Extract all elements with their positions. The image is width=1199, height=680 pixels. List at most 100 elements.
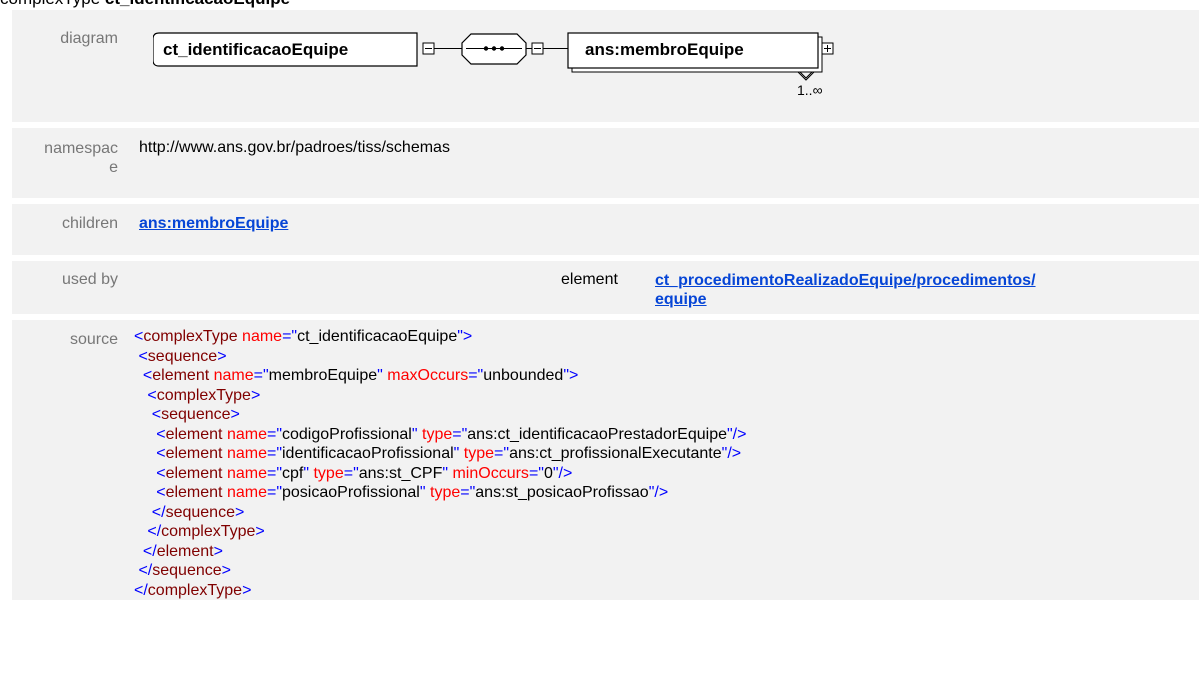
namespace-label-part2: e — [109, 159, 118, 176]
source-token: ans:ct_profissionalExecutante — [509, 445, 722, 462]
source-token: "> — [563, 367, 579, 384]
source-token: =" — [266, 445, 282, 462]
source-token: < — [151, 406, 162, 423]
source-token: posicaoProfissional — [282, 484, 420, 501]
used-by-kind: element — [561, 271, 618, 288]
source-token: "/> — [721, 445, 742, 462]
source-line: <complexType name="ct_identificacaoEquip… — [134, 327, 1199, 347]
source-token: =" — [452, 425, 468, 443]
page-title-name: ct_identificacaoEquipe — [105, 0, 290, 8]
source-token: </ — [138, 562, 153, 579]
source-token: "/> — [552, 464, 573, 482]
source-line: <complexType> — [134, 386, 1199, 406]
source-token: < — [142, 367, 153, 384]
root-type-label: ct_identificacaoEquipe — [163, 40, 348, 59]
source-token: "> — [457, 328, 473, 345]
diagram-row: diagram ct_identificacaoEquipe ans:membr… — [12, 10, 1199, 122]
source-token: element — [165, 484, 223, 501]
source-token: </ — [134, 581, 148, 599]
source-token — [134, 523, 147, 540]
source-token: name — [237, 328, 283, 345]
source-token: sequence — [165, 503, 235, 521]
children-label: children — [12, 204, 128, 255]
diagram-label: diagram — [12, 10, 128, 122]
root-collapse-icon[interactable] — [422, 42, 435, 55]
schema-doc-table: diagram ct_identificacaoEquipe ans:membr… — [12, 10, 1199, 600]
source-token — [134, 543, 143, 560]
source-token: complexType — [143, 328, 238, 345]
source-token: =" — [460, 484, 476, 501]
used-by-target: ct_procedimentoRealizadoEquipe/procedime… — [655, 271, 1036, 309]
source-line: </sequence> — [134, 503, 1199, 523]
source-token: < — [156, 484, 166, 501]
source-token: complexType — [156, 386, 251, 404]
source-token: minOccurs — [448, 464, 529, 482]
source-token: sequence — [161, 406, 231, 423]
source-token: cpf — [282, 464, 304, 482]
source-token: element — [165, 445, 223, 462]
used-by-link-part1[interactable]: ct_procedimentoRealizadoEquipe/procedime… — [655, 272, 1036, 289]
source-token: membroEquipe — [268, 367, 378, 384]
used-by-cell: element ct_procedimentoRealizadoEquipe/p… — [128, 261, 1199, 314]
source-token: =" — [494, 445, 510, 462]
source-token: ans:st_posicaoProfissao — [475, 484, 649, 501]
source-token: < — [156, 464, 166, 482]
source-token: 0 — [543, 464, 553, 482]
namespace-value: http://www.ans.gov.br/padroes/tiss/schem… — [128, 128, 1199, 198]
source-cell: <complexType name="ct_identificacaoEquip… — [128, 320, 1199, 600]
source-token — [134, 426, 156, 443]
source-token — [134, 504, 152, 521]
source-token: element — [156, 542, 214, 560]
source-token: maxOccurs — [382, 367, 469, 384]
source-token: </ — [151, 503, 166, 521]
source-token: =" — [528, 464, 544, 482]
root-type-box: ct_identificacaoEquipe — [153, 32, 418, 67]
source-token — [134, 445, 156, 462]
source-token: ans:st_CPF — [358, 464, 443, 482]
source-row: source <complexType name="ct_identificac… — [12, 320, 1199, 600]
source-token: > — [217, 347, 227, 365]
used-by-link-part2[interactable]: equipe — [655, 291, 707, 308]
source-token: "/> — [726, 425, 747, 443]
source-token: identificacaoProfissional — [282, 445, 454, 462]
source-token: type — [459, 445, 495, 462]
source-token: sequence — [147, 347, 218, 365]
source-line: </complexType> — [134, 581, 1199, 601]
source-token: codigoProfissional — [282, 425, 412, 443]
sequence-collapse-icon[interactable] — [531, 42, 544, 55]
source-token — [134, 387, 147, 404]
child-expand-icon[interactable] — [821, 42, 834, 55]
source-token: =" — [468, 367, 484, 384]
source-token: =" — [266, 484, 282, 501]
source-token: < — [147, 386, 157, 404]
source-token: element — [152, 367, 210, 384]
source-token: < — [138, 347, 148, 365]
source-token: name — [222, 425, 267, 443]
cardinality-label: 1..∞ — [797, 82, 823, 98]
children-link[interactable]: ans:membroEquipe — [139, 215, 288, 232]
used-by-label: used by — [12, 261, 128, 314]
source-token: =" — [343, 464, 359, 482]
used-by-row: used by element ct_procedimentoRealizado… — [12, 261, 1199, 314]
source-token: > — [230, 406, 240, 423]
namespace-label-part1: namespac — [44, 140, 118, 157]
source-line: </sequence> — [134, 561, 1199, 581]
source-token: name — [222, 445, 267, 462]
source-token: name — [222, 484, 267, 501]
source-line: <element name="posicaoProfissional" type… — [134, 483, 1199, 503]
source-token: type — [417, 425, 453, 443]
source-token: complexType — [161, 523, 256, 540]
source-line: <element name="identificacaoProfissional… — [134, 444, 1199, 464]
source-token: element — [165, 425, 223, 443]
page-title: complexType ct_identificacaoEquipe — [0, 0, 290, 9]
namespace-row: namespac e http://www.ans.gov.br/padroes/… — [12, 128, 1199, 198]
source-label: source — [12, 320, 128, 600]
children-value: ans:membroEquipe — [128, 204, 1199, 255]
source-token: > — [255, 523, 265, 540]
page-title-kind: complexType — [0, 0, 100, 8]
source-token: > — [221, 562, 231, 579]
source-token: name — [209, 367, 254, 384]
child-element-box[interactable]: ans:membroEquipe — [567, 32, 823, 73]
source-token: =" — [266, 425, 282, 443]
schema-diagram: ct_identificacaoEquipe ans:membroEquipe … — [153, 32, 834, 98]
